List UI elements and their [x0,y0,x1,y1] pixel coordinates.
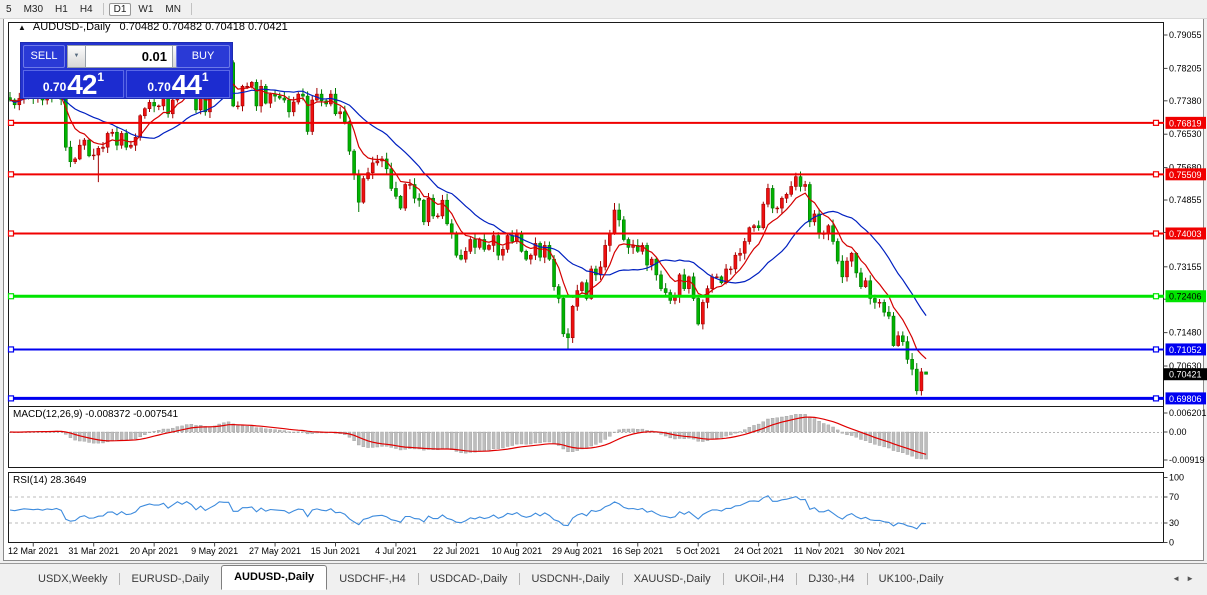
svg-text:0.75509: 0.75509 [1169,170,1202,180]
buy-price-prefix: 0.70 [147,80,170,94]
svg-text:100: 100 [1169,473,1184,483]
chart-header: ▲ AUDUSD-,Daily 0.70482 0.70482 0.70418 … [18,21,288,33]
macd-indicator-label: MACD(12,26,9) -0.008372 -0.007541 [13,409,178,420]
svg-text:0.73155: 0.73155 [1169,262,1202,272]
chart-tabs-bar: USDX,Weekly EURUSD-,Daily AUDUSD-,Daily … [0,563,1207,590]
timeframe-h1-button[interactable]: H1 [50,3,73,16]
svg-text:0.71480: 0.71480 [1169,328,1202,338]
tab-scroll-arrows[interactable]: ◄► [1172,574,1200,583]
svg-text:0.70421: 0.70421 [1169,370,1202,380]
tab-uk100-daily[interactable]: UK100-,Daily [867,569,956,590]
svg-text:31 Mar 2021: 31 Mar 2021 [68,546,119,556]
buy-price-point: 1 [202,70,209,84]
tab-ukoil-h4[interactable]: UKOil-,H4 [723,569,797,590]
svg-text:0.71052: 0.71052 [1169,345,1202,355]
tab-eurusd-daily[interactable]: EURUSD-,Daily [119,569,221,590]
svg-text:4 Jul 2021: 4 Jul 2021 [375,546,417,556]
sell-price-point: 1 [97,70,104,84]
tab-dj30-h4[interactable]: DJ30-,H4 [796,569,866,590]
timeframe-mn-button[interactable]: MN [160,3,186,16]
buy-price-display[interactable]: 0.70 44 1 [126,70,230,98]
volume-decrease-button[interactable]: ▼ [67,45,86,68]
scroll-left-icon: ◄ [1172,574,1186,583]
timeframe-m5-button[interactable]: 5 [1,3,17,16]
buy-price-pips: 44 [172,72,201,97]
svg-text:24 Oct 2021: 24 Oct 2021 [734,546,783,556]
svg-text:0.76530: 0.76530 [1169,129,1202,139]
svg-text:16 Sep 2021: 16 Sep 2021 [612,546,663,556]
svg-text:0.72406: 0.72406 [1169,292,1202,302]
timeframe-toolbar: 5 M30 H1 H4 D1 W1 MN [0,0,1207,19]
collapse-trade-panel-icon[interactable]: ▲ [18,23,26,32]
svg-text:27 May 2021: 27 May 2021 [249,546,301,556]
svg-text:0.76819: 0.76819 [1169,118,1202,128]
chart-symbol-title: AUDUSD-,Daily [33,21,111,33]
toolbar-separator [103,3,104,15]
svg-text:0.78205: 0.78205 [1169,63,1202,73]
svg-text:10 Aug 2021: 10 Aug 2021 [492,546,543,556]
svg-text:29 Aug 2021: 29 Aug 2021 [552,546,603,556]
svg-text:0.74003: 0.74003 [1169,229,1202,239]
caret-down-icon: ▼ [74,53,80,59]
svg-text:30: 30 [1169,518,1179,528]
buy-button[interactable]: BUY [176,45,230,68]
svg-text:0.006201: 0.006201 [1169,408,1207,418]
tab-usdcnh-daily[interactable]: USDCNH-,Daily [519,569,621,590]
volume-input[interactable] [85,45,173,68]
chart-ohlc-values: 0.70482 0.70482 0.70418 0.70421 [120,21,288,33]
svg-text:12 Mar 2021: 12 Mar 2021 [8,546,59,556]
svg-text:0.79055: 0.79055 [1169,30,1202,40]
timeframe-d1-button[interactable]: D1 [109,3,132,16]
rsi-indicator-label: RSI(14) 28.3649 [13,475,86,486]
sell-price-prefix: 0.70 [43,80,66,94]
svg-text:22 Jul 2021: 22 Jul 2021 [433,546,480,556]
tab-usdx-weekly[interactable]: USDX,Weekly [26,569,119,590]
sell-price-pips: 42 [67,72,96,97]
svg-text:0.77380: 0.77380 [1169,96,1202,106]
mt4-terminal-window: 0.790550.782050.773800.765300.756800.748… [0,0,1207,595]
tab-usdcad-daily[interactable]: USDCAD-,Daily [418,569,520,590]
timeframe-w1-button[interactable]: W1 [133,3,158,16]
timeframe-m30-button[interactable]: M30 [19,3,48,16]
timeframe-h4-button[interactable]: H4 [75,3,98,16]
tab-xauusd-daily[interactable]: XAUUSD-,Daily [622,569,723,590]
svg-text:0: 0 [1169,538,1174,548]
tab-audusd-daily[interactable]: AUDUSD-,Daily [221,565,327,590]
svg-text:9 May 2021: 9 May 2021 [191,546,238,556]
svg-text:70: 70 [1169,492,1179,502]
sell-button[interactable]: SELL [23,45,65,68]
one-click-trading-panel: SELL ▼ ▲ BUY 0.70 42 1 0.70 44 1 [20,42,233,99]
svg-text:20 Apr 2021: 20 Apr 2021 [130,546,179,556]
svg-text:0.69806: 0.69806 [1169,394,1202,404]
sell-price-display[interactable]: 0.70 42 1 [23,70,124,98]
svg-text:-0.00919: -0.00919 [1169,455,1205,465]
svg-text:0.00: 0.00 [1169,427,1187,437]
svg-text:5 Oct 2021: 5 Oct 2021 [676,546,720,556]
tab-usdchf-h4[interactable]: USDCHF-,H4 [327,569,418,590]
svg-text:15 Jun 2021: 15 Jun 2021 [311,546,361,556]
svg-text:0.74855: 0.74855 [1169,195,1202,205]
svg-text:30 Nov 2021: 30 Nov 2021 [854,546,905,556]
toolbar-separator [191,3,192,15]
scroll-right-icon: ► [1186,574,1200,583]
svg-text:11 Nov 2021: 11 Nov 2021 [794,546,844,556]
